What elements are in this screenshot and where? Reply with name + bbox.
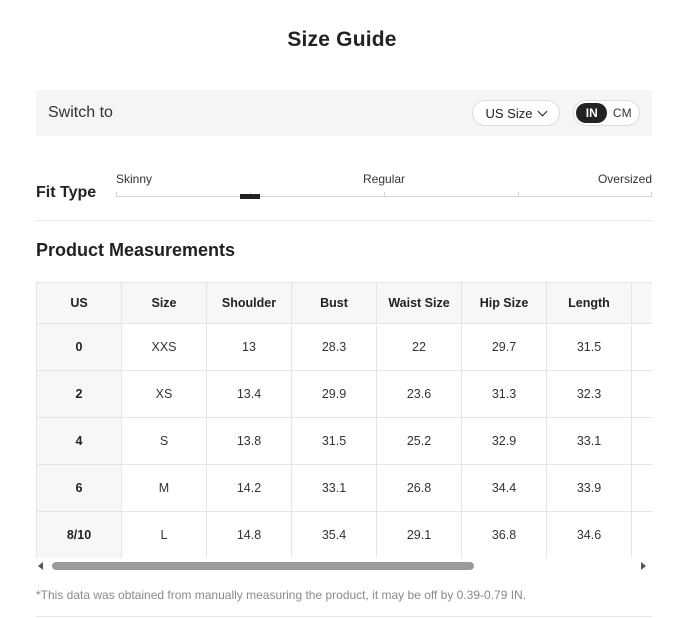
cell-shoulder: 14.2 (206, 464, 292, 512)
cell-bust: 28.3 (291, 323, 377, 371)
cell-us: 2 (36, 370, 122, 418)
fit-scale-tick (384, 192, 385, 197)
cell-hip: 36.8 (461, 511, 547, 558)
cell-bust: 29.9 (291, 370, 377, 418)
cell-overflow (631, 464, 652, 512)
cell-length: 31.5 (546, 323, 632, 371)
cell-shoulder: 13.4 (206, 370, 292, 418)
cell-length: 33.9 (546, 464, 632, 512)
table-row: 2 XS 13.4 29.9 23.6 31.3 32.3 (36, 370, 652, 418)
size-system-select[interactable]: US Size (472, 100, 560, 126)
cell-length: 34.6 (546, 511, 632, 558)
header-us: US (36, 282, 122, 324)
cell-size: L (121, 511, 207, 558)
cell-us: 8/10 (36, 511, 122, 558)
measurements-table: US Size Shoulder Bust Waist Size Hip Siz… (36, 282, 652, 558)
cell-bust: 35.4 (291, 511, 377, 558)
cell-overflow (631, 370, 652, 418)
measurements-table-container[interactable]: US Size Shoulder Bust Waist Size Hip Siz… (36, 282, 652, 558)
unit-in-option[interactable]: IN (576, 103, 608, 123)
cell-waist: 23.6 (376, 370, 462, 418)
fit-indicator (240, 194, 260, 199)
cell-size: M (121, 464, 207, 512)
cell-length: 32.3 (546, 370, 632, 418)
size-system-value: US Size (485, 105, 533, 121)
cell-us: 0 (36, 323, 122, 371)
horizontal-scrollbar-thumb[interactable] (52, 562, 474, 570)
fit-type-label: Fit Type (36, 184, 97, 201)
page-title: Size Guide (287, 28, 397, 51)
cell-hip: 29.7 (461, 323, 547, 371)
cell-overflow (631, 511, 652, 558)
unit-cm-option[interactable]: CM (607, 103, 637, 123)
cell-overflow (631, 323, 652, 371)
cell-shoulder: 13 (206, 323, 292, 371)
cell-waist: 22 (376, 323, 462, 371)
unit-switch-bar: Switch to US Size IN CM (36, 90, 652, 136)
divider (36, 616, 652, 617)
header-overflow (631, 282, 652, 324)
header-bust: Bust (291, 282, 377, 324)
switch-label: Switch to (48, 104, 113, 121)
cell-length: 33.1 (546, 417, 632, 465)
chevron-down-icon (538, 106, 548, 116)
cell-overflow (631, 417, 652, 465)
cell-shoulder: 13.8 (206, 417, 292, 465)
fit-option-skinny: Skinny (116, 172, 153, 186)
cell-us: 6 (36, 464, 122, 512)
cell-size: XXS (121, 323, 207, 371)
cell-size: S (121, 417, 207, 465)
scroll-left-arrow-icon[interactable] (38, 562, 43, 570)
cell-waist: 26.8 (376, 464, 462, 512)
divider (36, 220, 652, 221)
cell-size: XS (121, 370, 207, 418)
measurements-title: Product Measurements (36, 240, 236, 260)
cell-bust: 31.5 (291, 417, 377, 465)
measurement-disclaimer: *This data was obtained from manually me… (36, 588, 527, 602)
unit-toggle[interactable]: IN CM (573, 100, 640, 126)
fit-option-oversized: Oversized (597, 172, 652, 186)
cell-shoulder: 14.8 (206, 511, 292, 558)
cell-hip: 34.4 (461, 464, 547, 512)
header-length: Length (546, 282, 632, 324)
table-row: 8/10 L 14.8 35.4 29.1 36.8 34.6 (36, 511, 652, 558)
fit-scale-tick (116, 192, 117, 197)
table-row: 4 S 13.8 31.5 25.2 32.9 33.1 (36, 417, 652, 465)
cell-waist: 25.2 (376, 417, 462, 465)
cell-bust: 33.1 (291, 464, 377, 512)
header-size: Size (121, 282, 207, 324)
cell-waist: 29.1 (376, 511, 462, 558)
fit-scale-tick (518, 192, 519, 197)
table-row: 6 M 14.2 33.1 26.8 34.4 33.9 (36, 464, 652, 512)
cell-us: 4 (36, 417, 122, 465)
cell-hip: 31.3 (461, 370, 547, 418)
fit-option-regular: Regular (363, 172, 406, 186)
header-shoulder: Shoulder (206, 282, 292, 324)
header-hip-size: Hip Size (461, 282, 547, 324)
header-waist-size: Waist Size (376, 282, 462, 324)
fit-scale-tick (651, 192, 652, 197)
cell-hip: 32.9 (461, 417, 547, 465)
table-header-row: US Size Shoulder Bust Waist Size Hip Siz… (36, 282, 652, 324)
table-row: 0 XXS 13 28.3 22 29.7 31.5 (36, 323, 652, 371)
scroll-right-arrow-icon[interactable] (641, 562, 646, 570)
